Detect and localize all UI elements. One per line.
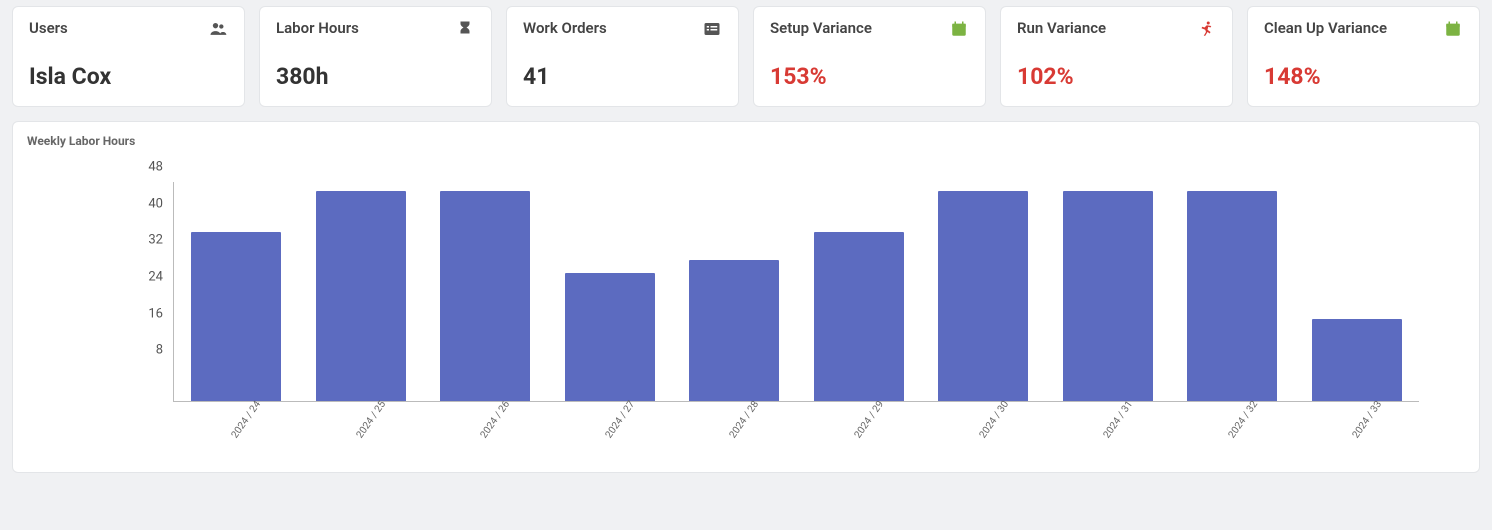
- chart-bars: [173, 182, 1419, 402]
- card-title: Labor Hours: [276, 19, 359, 37]
- metric-card[interactable]: Clean Up Variance 148%: [1247, 6, 1480, 107]
- chart-plot: [173, 182, 1419, 402]
- card-title: Work Orders: [523, 19, 607, 37]
- card-title: Setup Variance: [770, 19, 872, 37]
- chart-area: 8 16 24 32 40 48 2024 / 242024 / 252024 / 262…: [13, 152, 1479, 472]
- metric-cards-row: Users Isla Cox Labor Hours 380h Work Orders 4…: [0, 0, 1492, 121]
- card-value: 102%: [1017, 63, 1216, 90]
- card-title: Clean Up Variance: [1264, 19, 1387, 37]
- card-value: 148%: [1264, 63, 1463, 90]
- y-tick-label: 48: [23, 160, 163, 175]
- y-tick-label: 16: [23, 306, 163, 321]
- users-icon: [208, 19, 228, 39]
- weekly-labor-hours-card: Weekly Labor Hours 8 16 24 32 40 48 2024 / 24…: [12, 121, 1480, 473]
- card-value: 380h: [276, 63, 475, 90]
- y-tick-label: 40: [23, 196, 163, 211]
- card-value: Isla Cox: [29, 63, 228, 90]
- running-icon: [1196, 19, 1216, 39]
- calendar-icon: [949, 19, 969, 39]
- metric-card[interactable]: Users Isla Cox: [12, 6, 245, 107]
- hourglass-icon: [455, 19, 475, 39]
- x-axis-labels: 2024 / 242024 / 252024 / 262024 / 272024…: [173, 402, 1419, 462]
- calendar-icon: [1443, 19, 1463, 39]
- chart-title: Weekly Labor Hours: [13, 122, 1479, 152]
- list-icon: [702, 19, 722, 39]
- metric-card[interactable]: Setup Variance 153%: [753, 6, 986, 107]
- card-title: Run Variance: [1017, 19, 1106, 37]
- card-title: Users: [29, 19, 68, 37]
- metric-card[interactable]: Work Orders 41: [506, 6, 739, 107]
- metric-card[interactable]: Run Variance 102%: [1000, 6, 1233, 107]
- y-tick-label: 32: [23, 233, 163, 248]
- card-value: 41: [523, 63, 722, 90]
- y-axis: 81624324048: [13, 182, 173, 402]
- y-tick-label: 24: [23, 270, 163, 285]
- card-value: 153%: [770, 63, 969, 90]
- metric-card[interactable]: Labor Hours 380h: [259, 6, 492, 107]
- y-tick-label: 8: [23, 343, 163, 358]
